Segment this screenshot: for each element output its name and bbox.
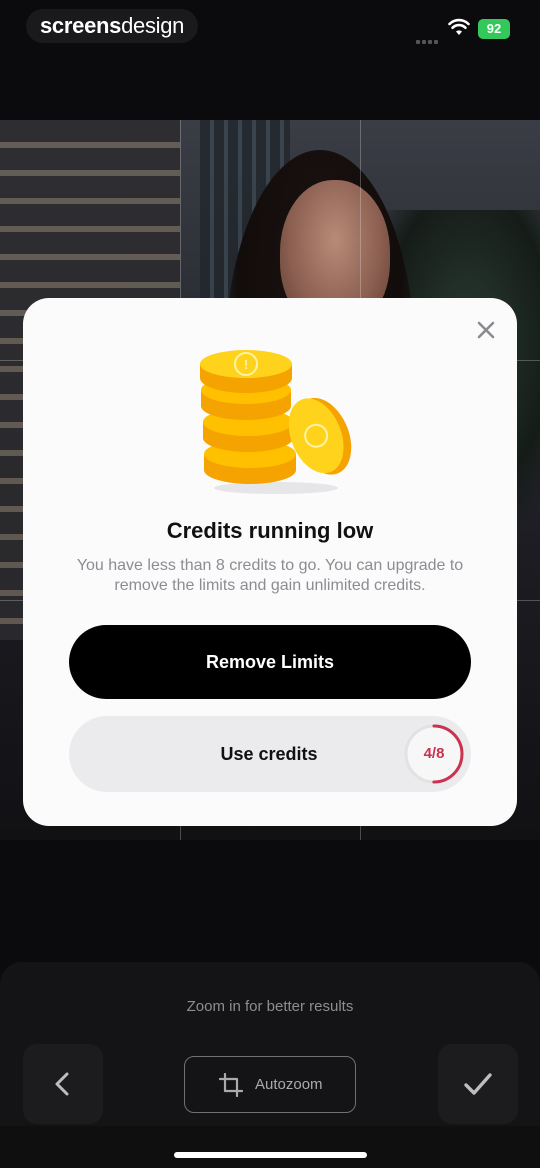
brand-watermark: screensdesign <box>26 9 199 43</box>
zoom-hint: Zoom in for better results <box>186 998 354 1015</box>
credits-modal: ! Credits running low You have less than… <box>23 298 517 826</box>
signal-icon <box>416 31 440 44</box>
use-credits-button[interactable]: Use credits 4/8 <box>69 716 471 792</box>
home-indicator[interactable] <box>174 1152 367 1158</box>
modal-description: You have less than 8 credits to go. You … <box>76 557 464 594</box>
brand-light: design <box>121 13 185 38</box>
credits-counter: 4/8 <box>423 745 445 762</box>
crop-icon <box>219 1073 243 1097</box>
back-button[interactable] <box>23 1044 103 1124</box>
home-indicator-bar <box>0 1126 540 1168</box>
autozoom-button[interactable]: Autozoom <box>184 1056 356 1113</box>
chevron-left-icon <box>55 1072 69 1096</box>
close-icon[interactable] <box>474 318 498 342</box>
autozoom-label: Autozoom <box>255 1076 323 1093</box>
svg-text:!: ! <box>244 357 248 372</box>
coin-stack-icon: ! <box>200 350 352 494</box>
remove-limits-button[interactable]: Remove Limits <box>69 625 471 699</box>
battery-indicator: 92 <box>478 19 510 39</box>
status-bar: screensdesign 92 <box>0 0 540 50</box>
confirm-button[interactable] <box>438 1044 518 1124</box>
modal-title: Credits running low <box>166 518 374 543</box>
wifi-icon <box>448 18 470 35</box>
checkmark-icon <box>464 1073 492 1095</box>
brand-bold: screens <box>40 13 122 38</box>
